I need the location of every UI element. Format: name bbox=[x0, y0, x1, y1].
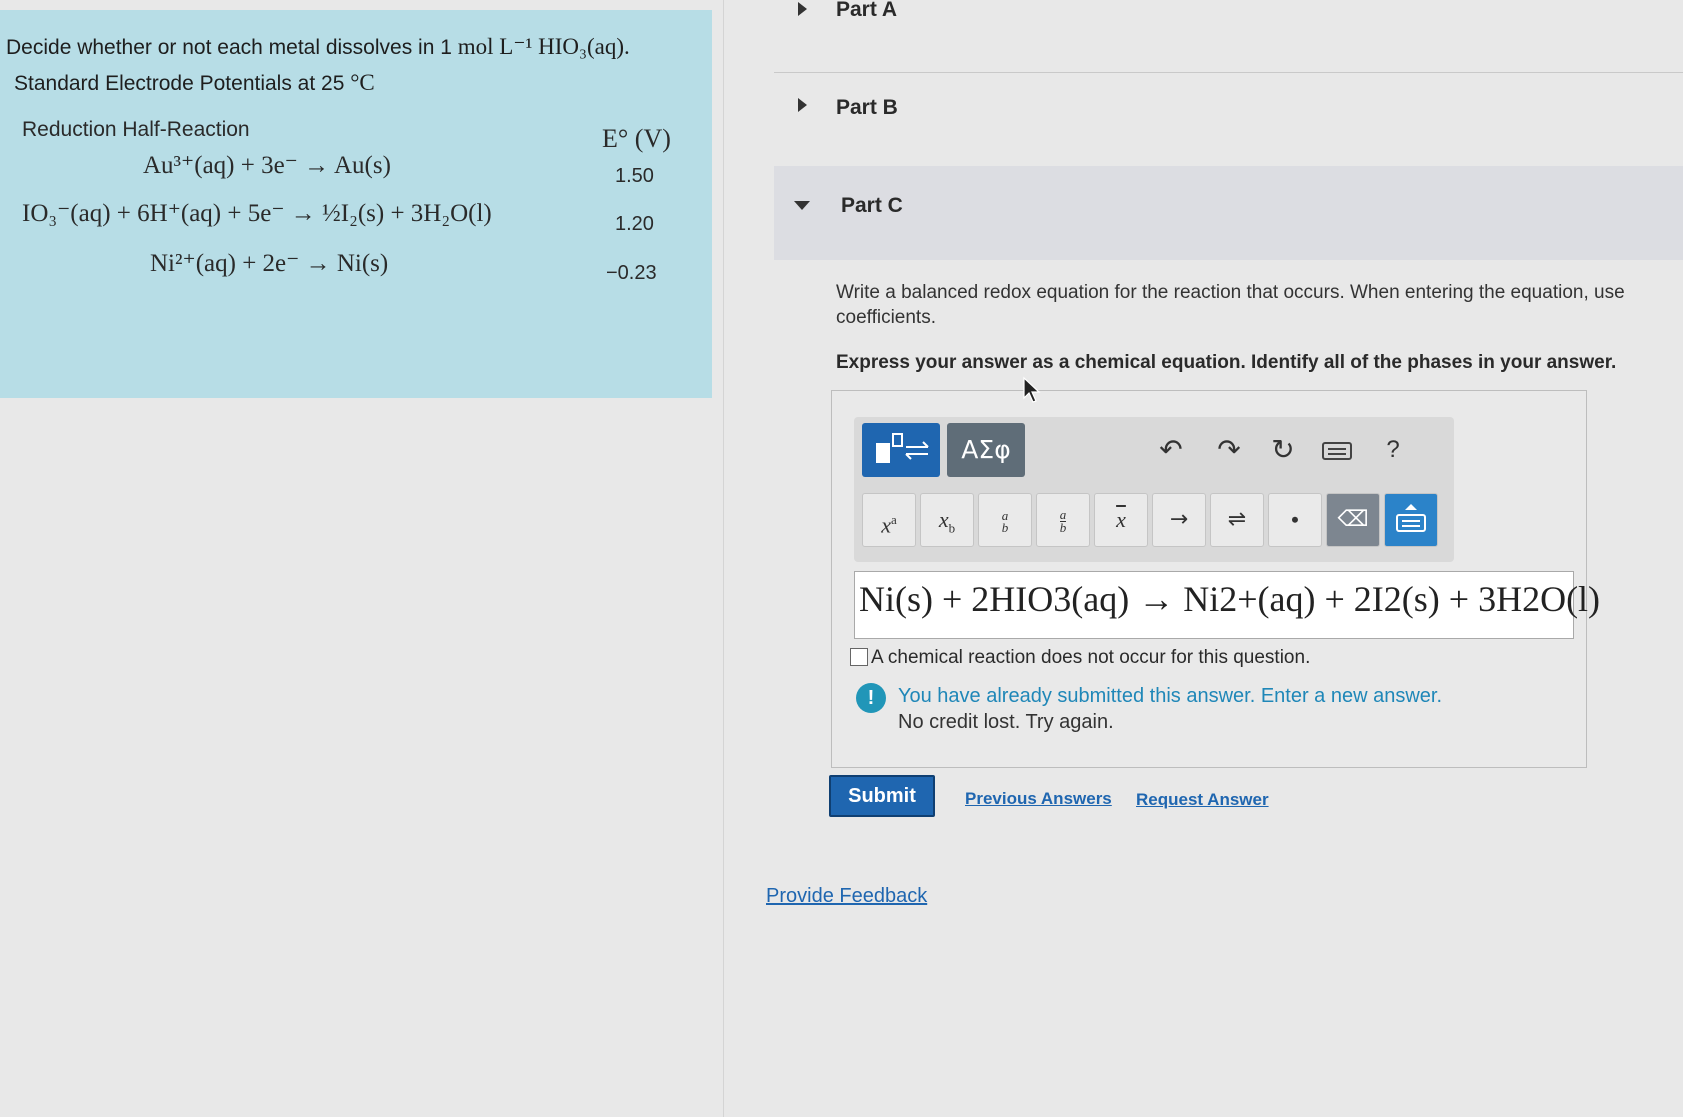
answer-equation-field[interactable]: Ni(s) + 2HIO3(aq) → Ni2+(aq) + 2I2(s) + … bbox=[854, 571, 1600, 639]
potential-nickel: −0.23 bbox=[606, 262, 657, 284]
question-info-panel: Decide whether or not each metal dissolv… bbox=[0, 10, 712, 398]
no-reaction-option[interactable]: A chemical reaction does not occur for t… bbox=[850, 647, 1310, 669]
instruction-text: Write a balanced redox equation for the … bbox=[836, 282, 1625, 328]
part-a-label: Part A bbox=[836, 0, 898, 21]
alert-icon: ! bbox=[856, 683, 886, 713]
divider bbox=[774, 72, 1683, 73]
right-column: Part A Part B Part C Write a balanced re… bbox=[724, 0, 1683, 1117]
potential-gold: 1.50 bbox=[615, 165, 654, 187]
overbar-key[interactable]: x bbox=[1094, 493, 1148, 547]
submit-button[interactable]: Submit bbox=[829, 775, 935, 817]
greek-symbols-button[interactable]: ΑΣφ bbox=[947, 423, 1025, 477]
table-caption: Standard Electrode Potentials at 25 °C bbox=[14, 70, 375, 95]
express-answer-text: Express your answer as a chemical equati… bbox=[836, 352, 1617, 373]
backspace-key[interactable]: ⌫ bbox=[1326, 493, 1380, 547]
question-text: Decide whether or not each metal dissolv… bbox=[6, 34, 630, 59]
half-reaction-nickel: Ni²⁺(aq) + 2e⁻ → Ni(s) bbox=[150, 250, 389, 277]
equation-toolbar: ΑΣφ ↶ ↷ ↻ ? xa xb ab ab x → ⇌ • ⌫ bbox=[854, 417, 1454, 562]
redo-icon[interactable]: ↷ bbox=[1212, 431, 1246, 469]
left-column: Decide whether or not each metal dissolv… bbox=[0, 0, 724, 1117]
previous-answers-link[interactable]: Previous Answers bbox=[965, 789, 1112, 809]
dot-key[interactable]: • bbox=[1268, 493, 1322, 547]
provide-feedback-link[interactable]: Provide Feedback bbox=[766, 885, 927, 908]
part-c-label: Part C bbox=[841, 194, 903, 217]
part-b-label: Part B bbox=[836, 96, 898, 119]
part-c-header[interactable] bbox=[774, 166, 1683, 260]
keyboard-toggle-key[interactable] bbox=[1384, 493, 1438, 547]
templates-button[interactable] bbox=[862, 423, 940, 477]
question-math: mol L⁻¹ HIO₃(aq). bbox=[457, 34, 630, 59]
no-reaction-checkbox[interactable] bbox=[850, 648, 868, 666]
template-arrows-icon bbox=[876, 433, 929, 463]
column-header-reaction: Reduction Half-Reaction bbox=[22, 118, 250, 141]
alert-message: You have already submitted this answer. … bbox=[898, 685, 1443, 707]
keyboard-shortcuts-icon[interactable] bbox=[1320, 431, 1354, 469]
half-reaction-iodate: IO₃⁻(aq) + 6H⁺(aq) + 5e⁻ → ½I₂(s) + 3H₂O… bbox=[22, 200, 492, 227]
superscript-key[interactable]: xa bbox=[862, 493, 916, 547]
collapse-arrow-icon bbox=[794, 201, 810, 210]
column-header-potential: E° (V) bbox=[602, 124, 671, 153]
potential-iodate: 1.20 bbox=[615, 213, 654, 235]
answer-area: ΑΣφ ↶ ↷ ↻ ? xa xb ab ab x → ⇌ • ⌫ Ni(s) … bbox=[831, 390, 1600, 768]
answer-equation: Ni(s) + 2HIO3(aq) → Ni2+(aq) + 2I2(s) + … bbox=[859, 579, 1601, 619]
no-reaction-label: A chemical reaction does not occur for t… bbox=[871, 647, 1311, 668]
undo-icon[interactable]: ↶ bbox=[1154, 431, 1188, 469]
keyboard-icon bbox=[1396, 504, 1426, 532]
reaction-arrow-key[interactable]: → bbox=[1152, 493, 1206, 547]
help-button[interactable]: ? bbox=[1376, 431, 1410, 469]
half-reaction-gold: Au³⁺(aq) + 3e⁻ → Au(s) bbox=[143, 152, 391, 179]
equilibrium-arrow-key[interactable]: ⇌ bbox=[1210, 493, 1264, 547]
subscript-key[interactable]: xb bbox=[920, 493, 974, 547]
fraction-key-alt[interactable]: ab bbox=[1036, 493, 1090, 547]
expand-arrow-icon bbox=[798, 2, 807, 16]
alert-submessage: No credit lost. Try again. bbox=[898, 711, 1114, 733]
reset-icon[interactable]: ↻ bbox=[1266, 431, 1300, 469]
request-answer-link[interactable]: Request Answer bbox=[1136, 790, 1269, 810]
expand-arrow-icon bbox=[798, 98, 807, 112]
fraction-key[interactable]: ab bbox=[978, 493, 1032, 547]
mouse-cursor-icon bbox=[1023, 376, 1041, 403]
